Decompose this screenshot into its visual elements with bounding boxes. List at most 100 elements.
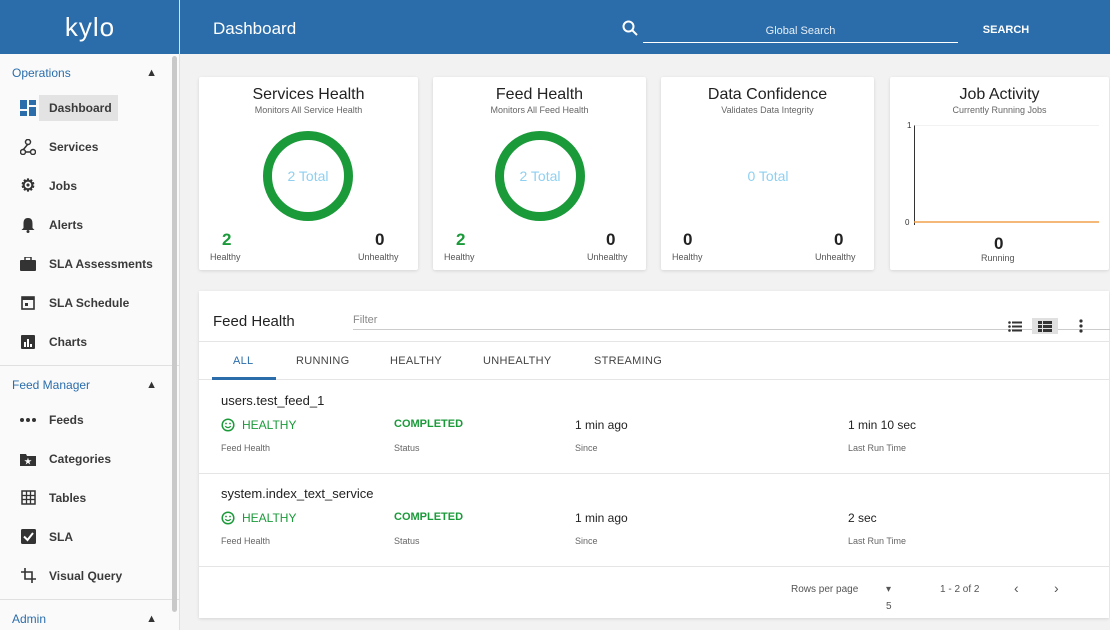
sidebar-item-label: SLA Assessments	[49, 256, 153, 271]
card-subtitle: Monitors All Service Health	[254, 105, 363, 115]
sidebar-item-label: Services	[49, 139, 99, 154]
calendar-icon	[18, 293, 38, 313]
feed-tabs: ALL RUNNING HEALTHY UNHEALTHY STREAMING	[199, 341, 1109, 380]
sidebar-item-visual-query[interactable]: Visual Query	[0, 556, 179, 595]
dashboard-icon	[18, 98, 38, 118]
sidebar-item-label: Dashboard	[39, 94, 118, 121]
chevron-up-icon[interactable]: ▲	[146, 613, 157, 625]
sidebar-item-sla-assessments[interactable]: SLA Assessments	[0, 244, 179, 283]
total-label: 2 Total	[287, 168, 329, 184]
section-admin[interactable]: Admin ▲	[0, 604, 179, 630]
global-search-input[interactable]: Global Search	[643, 25, 958, 37]
since-label: Since	[575, 443, 598, 453]
gear-icon: ⚙	[20, 175, 36, 195]
section-operations-label: Operations	[12, 66, 71, 80]
sidebar-item-charts[interactable]: Charts	[0, 322, 179, 361]
since-value: 1 min ago	[575, 511, 628, 525]
section-feed-manager[interactable]: Feed Manager ▲	[0, 370, 179, 400]
y-axis-min-label: 0	[905, 218, 910, 227]
feed-health-label: Feed Health	[221, 536, 271, 546]
tab-running[interactable]: RUNNING	[296, 355, 349, 367]
job-activity-chart	[914, 125, 1099, 223]
sidebar-item-label: Categories	[49, 451, 112, 466]
folder-star-icon: ★	[18, 449, 38, 469]
sidebar-item-label: SLA Schedule	[49, 295, 130, 310]
sidebar-item-categories[interactable]: ★ Categories	[0, 439, 179, 478]
sidebar-item-dashboard[interactable]: Dashboard	[0, 88, 179, 127]
feed-health-card[interactable]: Feed Health Monitors All Feed Health 2 T…	[433, 77, 646, 270]
sidebar-item-jobs[interactable]: ⚙ Jobs	[0, 166, 179, 205]
status-label: Status	[394, 536, 420, 546]
feed-name[interactable]: users.test_feed_1	[221, 393, 324, 408]
dropdown-arrow-icon: ▾	[886, 584, 892, 595]
job-activity-card[interactable]: Job Activity Currently Running Jobs 1 0 …	[890, 77, 1109, 270]
status-value: COMPLETED	[394, 418, 464, 430]
feed-name[interactable]: system.index_text_service	[221, 486, 373, 501]
feed-row[interactable]: system.index_text_service HEALTHY Feed H…	[199, 474, 1109, 567]
sidebar: kylo Operations ▲ Dashboard Services ⚙ J…	[0, 0, 180, 630]
detail-view-icon[interactable]	[1032, 318, 1058, 334]
sidebar-item-sla[interactable]: SLA	[0, 517, 179, 556]
unhealthy-label: Unhealthy	[587, 252, 628, 262]
pagination-footer: Rows per page 5 ▾ 1 - 2 of 2 ‹ ›	[199, 567, 1109, 618]
sidebar-item-tables[interactable]: Tables	[0, 478, 179, 517]
card-subtitle: Currently Running Jobs	[952, 105, 1047, 115]
running-label: Running	[981, 253, 1015, 263]
dots-icon	[18, 410, 38, 430]
feed-row[interactable]: users.test_feed_1 HEALTHY Feed Health CO…	[199, 381, 1109, 474]
tab-all[interactable]: ALL	[233, 355, 253, 367]
unhealthy-count: 0	[606, 230, 616, 249]
sidebar-item-feeds[interactable]: Feeds	[0, 400, 179, 439]
healthy-count: 0	[683, 230, 693, 249]
chevron-right-icon[interactable]: ›	[1054, 580, 1059, 596]
tab-healthy[interactable]: HEALTHY	[390, 355, 442, 367]
filter-input[interactable]: Filter	[353, 314, 377, 326]
since-label: Since	[575, 536, 598, 546]
feed-health-panel: Feed Health Filter ALL RUNNING HEALTHY U…	[199, 291, 1110, 618]
logo[interactable]: kylo	[0, 0, 179, 54]
search-button[interactable]: SEARCH	[970, 24, 1042, 36]
section-operations[interactable]: Operations ▲	[0, 58, 179, 88]
health-text: HEALTHY	[242, 511, 297, 525]
briefcase-icon	[18, 254, 38, 274]
sidebar-item-alerts[interactable]: Alerts	[0, 205, 179, 244]
section-admin-label: Admin	[12, 612, 47, 626]
card-title: Data Confidence	[707, 86, 828, 103]
last-run-value: 2 sec	[848, 511, 877, 525]
filter-underline	[353, 329, 1110, 330]
running-count: 0	[994, 234, 1004, 253]
smile-icon	[221, 511, 235, 525]
active-tab-indicator	[212, 377, 276, 380]
sidebar-item-label: Feeds	[49, 412, 84, 427]
status-label: Status	[394, 443, 420, 453]
sidebar-item-services[interactable]: Services	[0, 127, 179, 166]
sidebar-scrollbar[interactable]	[172, 56, 177, 612]
tab-unhealthy[interactable]: UNHEALTHY	[483, 355, 552, 367]
rows-per-page-label: Rows per page	[791, 584, 859, 595]
check-box-icon	[18, 527, 38, 547]
list-view-icon[interactable]	[1006, 318, 1024, 334]
chevron-up-icon[interactable]: ▲	[146, 67, 157, 79]
services-health-card[interactable]: Services Health Monitors All Service Hea…	[199, 77, 418, 270]
svg-text:kylo: kylo	[64, 12, 114, 42]
sidebar-item-label: Alerts	[49, 217, 84, 232]
unhealthy-label: Unhealthy	[815, 252, 856, 262]
sidebar-item-sla-schedule[interactable]: SLA Schedule	[0, 283, 179, 322]
status-value: COMPLETED	[394, 511, 464, 523]
last-run-label: Last Run Time	[848, 443, 907, 453]
smile-icon	[221, 418, 235, 432]
rows-per-page-select[interactable]: 5 ▾	[886, 584, 892, 612]
tab-streaming[interactable]: STREAMING	[594, 355, 662, 367]
chevron-up-icon[interactable]: ▲	[146, 379, 157, 391]
search-underline	[643, 42, 958, 43]
data-confidence-card[interactable]: Data Confidence Validates Data Integrity…	[661, 77, 874, 270]
search-icon[interactable]	[622, 20, 638, 36]
sidebar-item-label: Charts	[49, 334, 88, 349]
more-vert-icon[interactable]	[1076, 318, 1086, 334]
crop-icon	[18, 566, 38, 586]
healthy-count: 2	[456, 230, 466, 249]
chevron-left-icon[interactable]: ‹	[1014, 580, 1019, 596]
feed-health-value: HEALTHY	[221, 418, 296, 432]
since-value: 1 min ago	[575, 418, 628, 432]
top-bar: Dashboard Global Search SEARCH	[180, 0, 1110, 54]
